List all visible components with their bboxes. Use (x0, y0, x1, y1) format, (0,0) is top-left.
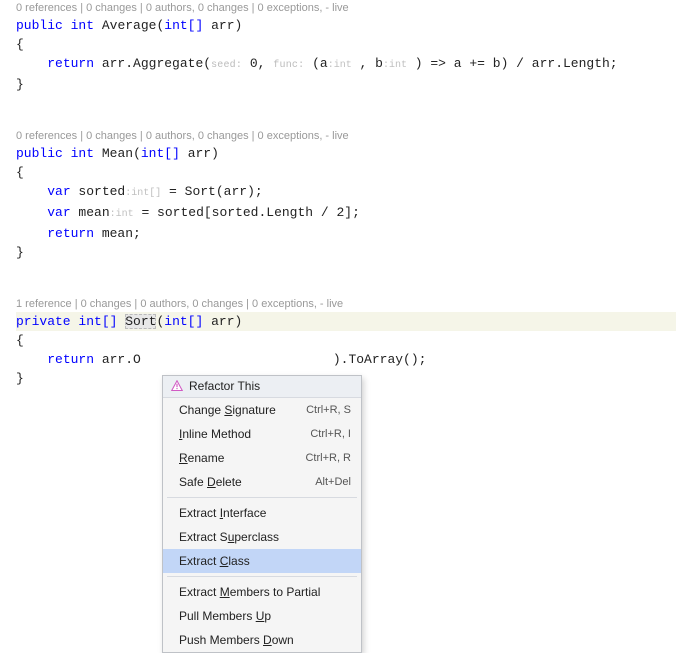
menu-item-change-signature[interactable]: Change Signature Ctrl+R, S (163, 398, 361, 422)
signature-average: public int Average(int[] arr) (16, 16, 676, 35)
param-type: int[] (164, 18, 203, 33)
param-hint-func: func: (273, 60, 304, 71)
menu-item-extract-interface[interactable]: Extract Interface (163, 501, 361, 525)
menu-item-push-members-down[interactable]: Push Members Down (163, 628, 361, 652)
menu-item-rename[interactable]: Rename Ctrl+R, R (163, 446, 361, 470)
close-brace: } (16, 243, 676, 262)
menu-item-safe-delete[interactable]: Safe Delete Alt+Del (163, 470, 361, 494)
keyword-var: var (47, 205, 70, 220)
shortcut: Ctrl+R, R (305, 449, 351, 467)
return-line-average: return arr.Aggregate(seed: 0, func: (a:i… (16, 54, 676, 75)
close-brace: } (16, 75, 676, 94)
type-hint: :int (110, 209, 134, 220)
keyword-return: return (47, 56, 94, 71)
type-hint: :int[] (125, 188, 161, 199)
shortcut: Ctrl+R, S (306, 401, 351, 419)
menu-item-extract-members-partial[interactable]: Extract Members to Partial (163, 580, 361, 604)
open-brace: { (16, 35, 676, 54)
type-int: int (71, 18, 94, 33)
menu-item-extract-class[interactable]: Extract Class (163, 549, 361, 573)
menu-separator (167, 576, 357, 577)
menu-item-pull-members-up[interactable]: Pull Members Up (163, 604, 361, 628)
keyword-return: return (47, 352, 94, 367)
menu-title: Refactor This (163, 376, 361, 398)
method-average: public int Average(int[] arr) { return a… (0, 16, 676, 94)
mean-line-3: return mean; (16, 224, 676, 243)
menu-title-label: Refactor This (189, 379, 260, 393)
menu-item-extract-superclass[interactable]: Extract Superclass (163, 525, 361, 549)
keyword-var: var (47, 184, 70, 199)
keyword-private: private (16, 314, 71, 329)
param-hint-seed: seed: (211, 60, 242, 71)
codelens-sort[interactable]: 1 reference | 0 changes | 0 authors, 0 c… (0, 296, 676, 312)
refactor-this-menu: Refactor This Change Signature Ctrl+R, S… (162, 375, 362, 653)
type-hint: :int (383, 60, 407, 71)
type-hint: :int (328, 60, 352, 71)
menu-separator (167, 497, 357, 498)
method-name-mean: Mean (102, 146, 133, 161)
shortcut: Alt+Del (315, 473, 351, 491)
signature-sort: private int[] Sort(int[] arr) (16, 312, 676, 331)
open-brace: { (16, 163, 676, 182)
mean-line-1: var sorted:int[] = Sort(arr); (16, 182, 676, 203)
shortcut: Ctrl+R, I (310, 425, 351, 443)
keyword-return: return (47, 226, 94, 241)
keyword-public: public (16, 18, 63, 33)
menu-item-inline-method[interactable]: Inline Method Ctrl+R, I (163, 422, 361, 446)
signature-mean: public int Mean(int[] arr) (16, 144, 676, 163)
method-name-average: Average (102, 18, 157, 33)
return-line-sort: return arr.O).ToArray(); (16, 350, 676, 369)
codelens-average[interactable]: 0 references | 0 changes | 0 authors, 0 … (0, 0, 676, 16)
method-mean: public int Mean(int[] arr) { var sorted:… (0, 144, 676, 262)
codelens-mean[interactable]: 0 references | 0 changes | 0 authors, 0 … (0, 128, 676, 144)
open-brace: { (16, 331, 676, 350)
method-name-sort[interactable]: Sort (125, 314, 156, 329)
warning-icon (171, 380, 183, 392)
mean-line-2: var mean:int = sorted[sorted.Length / 2]… (16, 203, 676, 224)
